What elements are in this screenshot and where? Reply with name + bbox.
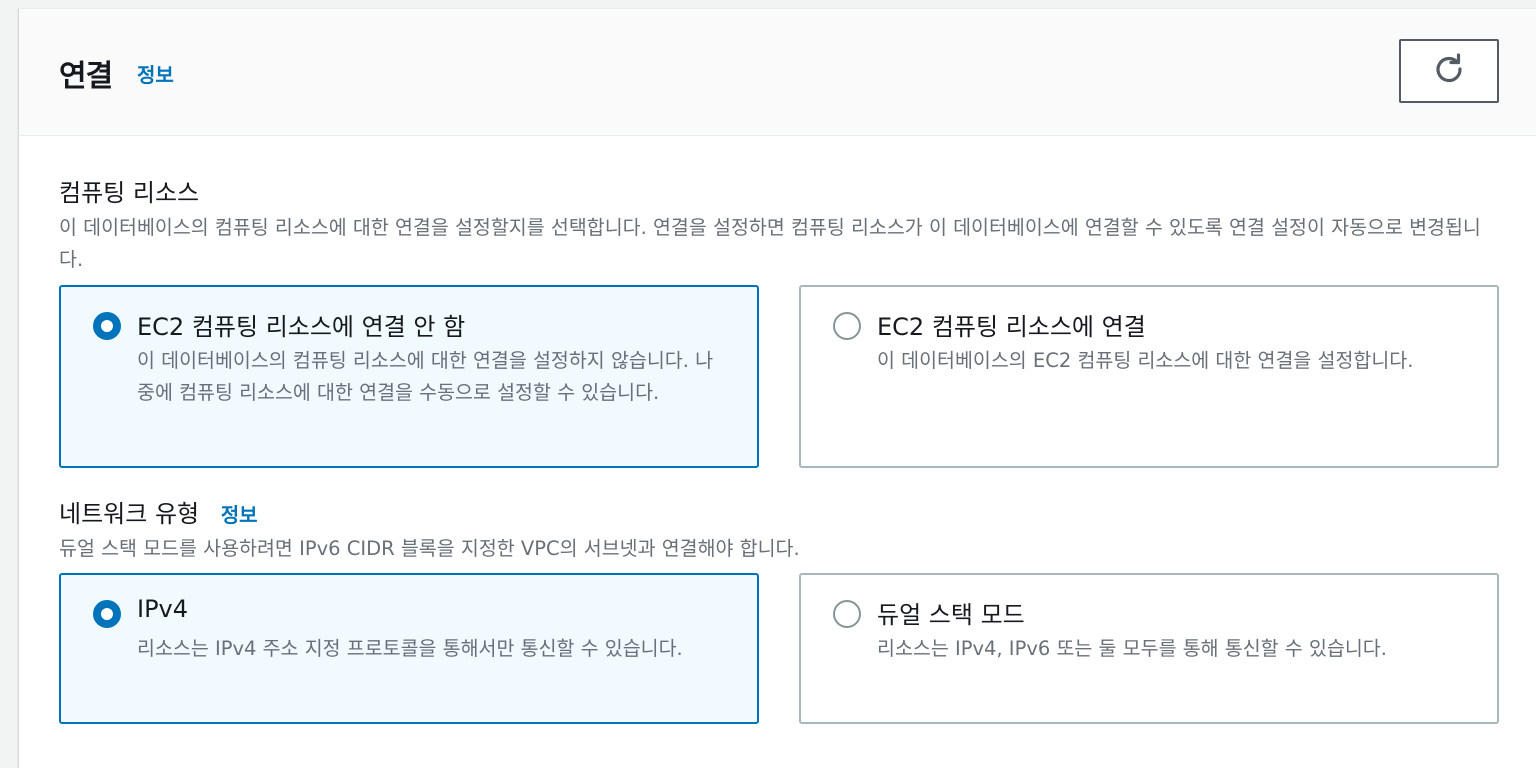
tile-description: 리소스는 IPv4, IPv6 또는 둘 모두를 통해 통신할 수 있습니다. bbox=[877, 637, 1387, 660]
tile-dual-stack[interactable]: 듀얼 스택 모드 리소스는 IPv4, IPv6 또는 둘 모두를 통해 통신할… bbox=[799, 573, 1499, 724]
refresh-button[interactable] bbox=[1399, 39, 1499, 103]
tile-title: EC2 컴퓨팅 리소스에 연결 안 함 bbox=[137, 313, 466, 341]
tile-title: IPv4 bbox=[137, 595, 189, 623]
radio-selected-icon[interactable] bbox=[93, 600, 121, 628]
tile-description: 이 데이터베이스의 EC2 컴퓨팅 리소스에 대한 연결을 설정합니다. bbox=[877, 349, 1414, 372]
tile-no-ec2-connection[interactable]: EC2 컴퓨팅 리소스에 연결 안 함 이 데이터베이스의 컴퓨팅 리소스에 대… bbox=[59, 285, 759, 468]
radio-selected-icon[interactable] bbox=[93, 312, 121, 340]
compute-resource-description: 이 데이터베이스의 컴퓨팅 리소스에 대한 연결을 설정할지를 선택합니다. 연… bbox=[59, 216, 1481, 271]
panel-title: 연결 bbox=[59, 59, 113, 94]
tile-connect-ec2[interactable]: EC2 컴퓨팅 리소스에 연결 이 데이터베이스의 EC2 컴퓨팅 리소스에 대… bbox=[799, 285, 1499, 468]
tile-ipv4[interactable]: IPv4 리소스는 IPv4 주소 지정 프로토콜을 통해서만 통신할 수 있습… bbox=[59, 573, 759, 724]
panel-header: 연결 정보 bbox=[19, 9, 1536, 136]
network-type-label: 네트워크 유형 정보 bbox=[59, 494, 258, 529]
tile-title: EC2 컴퓨팅 리소스에 연결 bbox=[877, 313, 1146, 341]
compute-resource-label: 컴퓨팅 리소스 bbox=[59, 179, 200, 207]
connectivity-panel: 연결 정보 컴퓨팅 리소스 이 데이터베이스의 컴퓨팅 리소스에 대한 연결을 … bbox=[18, 8, 1536, 768]
info-link[interactable]: 정보 bbox=[137, 59, 174, 88]
refresh-icon bbox=[1432, 52, 1466, 90]
network-type-description: 듀얼 스택 모드를 사용하려면 IPv6 CIDR 블록을 지정한 VPC의 서… bbox=[59, 537, 800, 560]
tile-description: 리소스는 IPv4 주소 지정 프로토콜을 통해서만 통신할 수 있습니다. bbox=[137, 637, 683, 660]
radio-unselected-icon[interactable] bbox=[833, 600, 861, 628]
tile-title: 듀얼 스택 모드 bbox=[877, 601, 1025, 629]
tile-description: 이 데이터베이스의 컴퓨팅 리소스에 대한 연결을 설정하지 않습니다. 나중에… bbox=[137, 349, 714, 404]
info-link[interactable]: 정보 bbox=[221, 503, 258, 527]
network-type-label-text: 네트워크 유형 bbox=[59, 500, 200, 528]
radio-unselected-icon[interactable] bbox=[833, 312, 861, 340]
